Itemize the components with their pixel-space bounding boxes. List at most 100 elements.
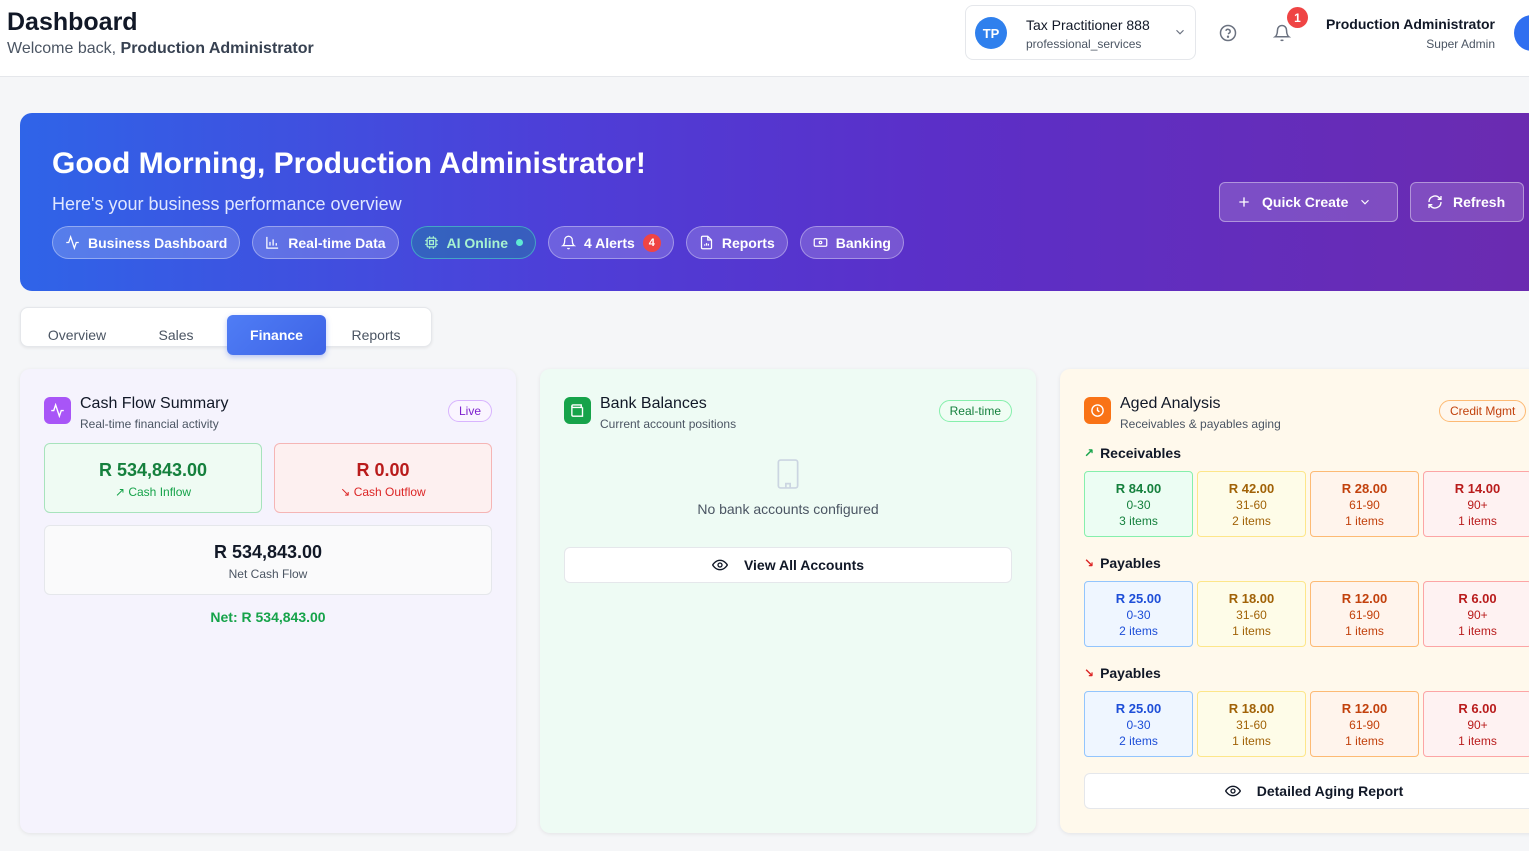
welcome-prefix: Welcome back, xyxy=(7,40,117,57)
bucket-range: 0-30 xyxy=(1126,718,1151,732)
aging-bucket[interactable]: R 25.00 0-30 2 items xyxy=(1084,691,1193,757)
wallet-icon xyxy=(564,397,591,424)
tab-sales[interactable]: Sales xyxy=(127,315,225,355)
avatar[interactable] xyxy=(1514,15,1529,51)
card-subtitle: Real-time financial activity xyxy=(80,417,219,431)
chip-label: Real-time Data xyxy=(288,234,386,251)
aging-bucket[interactable]: R 12.00 61-90 1 items xyxy=(1310,691,1419,757)
trending-up-icon: ↗ xyxy=(1084,446,1095,460)
outflow-value: R 0.00 xyxy=(356,460,410,480)
activity-icon xyxy=(44,397,71,424)
activity-icon xyxy=(66,235,79,250)
bucket-amount: R 12.00 xyxy=(1341,701,1388,716)
eye-icon xyxy=(711,559,728,571)
net-cash-flow-stat: R 534,843.00 Net Cash Flow xyxy=(44,525,492,595)
bucket-amount: R 42.00 xyxy=(1228,481,1275,496)
quick-create-button[interactable]: Quick Create xyxy=(1219,182,1398,222)
aging-bucket[interactable]: R 84.00 0-30 3 items xyxy=(1084,471,1193,537)
aging-bucket[interactable]: R 6.00 90+ 1 items xyxy=(1423,581,1529,647)
bucket-amount: R 6.00 xyxy=(1458,701,1497,716)
bucket-items: 1 items xyxy=(1232,624,1271,638)
bucket-items: 2 items xyxy=(1119,624,1158,638)
net-value: R 534,843.00 xyxy=(213,542,323,562)
card-title: Aged Analysis xyxy=(1120,395,1221,412)
aging-bucket[interactable]: R 28.00 61-90 1 items xyxy=(1310,471,1419,537)
refresh-label: Refresh xyxy=(1453,194,1506,210)
aging-bucket[interactable]: R 18.00 31-60 1 items xyxy=(1197,581,1306,647)
plus-icon xyxy=(1239,197,1249,207)
payables-buckets: R 25.00 0-30 2 items R 18.00 31-60 1 ite… xyxy=(1084,581,1529,647)
net-footer: Net: R 534,843.00 xyxy=(210,609,326,625)
organization-switcher[interactable]: TP Tax Practitioner 888 professional_ser… xyxy=(965,5,1196,60)
inflow-value: R 534,843.00 xyxy=(98,460,208,480)
bucket-amount: R 28.00 xyxy=(1341,481,1388,496)
chip-banking[interactable]: Banking xyxy=(799,226,904,259)
org-name: Tax Practitioner 888 xyxy=(1026,17,1150,33)
bucket-items: 1 items xyxy=(1458,734,1497,748)
quick-chips: Business Dashboard Real-time Data AI Onl… xyxy=(52,226,904,259)
welcome-text: Welcome back, Production Administrator xyxy=(7,40,314,58)
bucket-range: 31-60 xyxy=(1236,498,1267,512)
card-subtitle: Receivables & payables aging xyxy=(1120,417,1281,431)
bucket-amount: R 18.00 xyxy=(1228,591,1275,606)
bucket-items: 1 items xyxy=(1458,514,1497,528)
notification-badge: 1 xyxy=(1287,7,1308,28)
bucket-amount: R 18.00 xyxy=(1228,701,1275,716)
tab-reports[interactable]: Reports xyxy=(326,315,426,355)
org-avatar: TP xyxy=(975,17,1007,49)
bucket-items: 1 items xyxy=(1232,734,1271,748)
aging-bucket[interactable]: R 14.00 90+ 1 items xyxy=(1423,471,1529,537)
bucket-range: 31-60 xyxy=(1236,718,1267,732)
aged-analysis-card: Aged Analysis Receivables & payables agi… xyxy=(1060,369,1529,833)
chip-label: Banking xyxy=(835,234,891,251)
bucket-items: 2 items xyxy=(1119,734,1158,748)
card-title: Bank Balances xyxy=(600,395,707,412)
arrow-up-right-icon: ↗ xyxy=(114,485,125,499)
file-chart-icon xyxy=(700,235,712,250)
aging-bucket[interactable]: R 12.00 61-90 1 items xyxy=(1310,581,1419,647)
payables-heading: ↘ Payables xyxy=(1084,665,1161,681)
bucket-range: 90+ xyxy=(1467,498,1488,512)
banknote-icon xyxy=(813,238,828,247)
detailed-aging-report-button[interactable]: Detailed Aging Report xyxy=(1084,773,1529,809)
empty-state-text: No bank accounts configured xyxy=(697,501,879,517)
detailed-report-label: Detailed Aging Report xyxy=(1256,783,1404,799)
bucket-amount: R 25.00 xyxy=(1115,591,1162,606)
bucket-items: 1 items xyxy=(1345,514,1384,528)
view-all-accounts-button[interactable]: View All Accounts xyxy=(564,547,1012,583)
chip-business-dashboard[interactable]: Business Dashboard xyxy=(52,226,241,259)
credit-mgmt-badge: Credit Mgmt xyxy=(1439,400,1527,422)
chip-ai-online[interactable]: AI Online xyxy=(410,226,536,259)
help-icon[interactable] xyxy=(1217,22,1239,44)
bucket-range: 0-30 xyxy=(1126,498,1151,512)
inflow-label: Cash Inflow xyxy=(128,485,192,499)
cash-outflow-stat: R 0.00 ↘ Cash Outflow xyxy=(274,443,492,513)
user-name[interactable]: Production Administrator xyxy=(1326,16,1495,32)
aging-bucket[interactable]: R 18.00 31-60 1 items xyxy=(1197,691,1306,757)
chip-label: AI Online xyxy=(446,234,508,251)
aging-bucket[interactable]: R 6.00 90+ 1 items xyxy=(1423,691,1529,757)
eye-icon xyxy=(1224,785,1241,797)
user-role: Super Admin xyxy=(1426,37,1495,51)
aging-bucket[interactable]: R 42.00 31-60 2 items xyxy=(1197,471,1306,537)
aging-bucket[interactable]: R 25.00 0-30 2 items xyxy=(1084,581,1193,647)
payables-label: Payables xyxy=(1100,665,1161,681)
chip-reports[interactable]: Reports xyxy=(685,226,788,259)
chevron-down-icon xyxy=(1361,199,1370,205)
page-title: Dashboard xyxy=(7,8,138,36)
refresh-icon xyxy=(1428,195,1442,209)
receivables-label: Receivables xyxy=(1100,445,1182,461)
bucket-range: 61-90 xyxy=(1349,498,1380,512)
refresh-button[interactable]: Refresh xyxy=(1410,182,1524,222)
chip-alerts[interactable]: 4 Alerts 4 xyxy=(547,226,674,259)
chip-realtime-data[interactable]: Real-time Data xyxy=(252,226,399,259)
tab-overview[interactable]: Overview xyxy=(27,315,127,355)
greeting-subtitle: Here's your business performance overvie… xyxy=(52,194,402,214)
bucket-items: 1 items xyxy=(1458,624,1497,638)
bucket-items: 1 items xyxy=(1345,734,1384,748)
tab-finance[interactable]: Finance xyxy=(227,315,326,355)
bucket-amount: R 12.00 xyxy=(1341,591,1388,606)
bucket-amount: R 6.00 xyxy=(1458,591,1497,606)
bucket-amount: R 84.00 xyxy=(1115,481,1162,496)
trending-down-icon: ↘ xyxy=(1084,666,1095,680)
